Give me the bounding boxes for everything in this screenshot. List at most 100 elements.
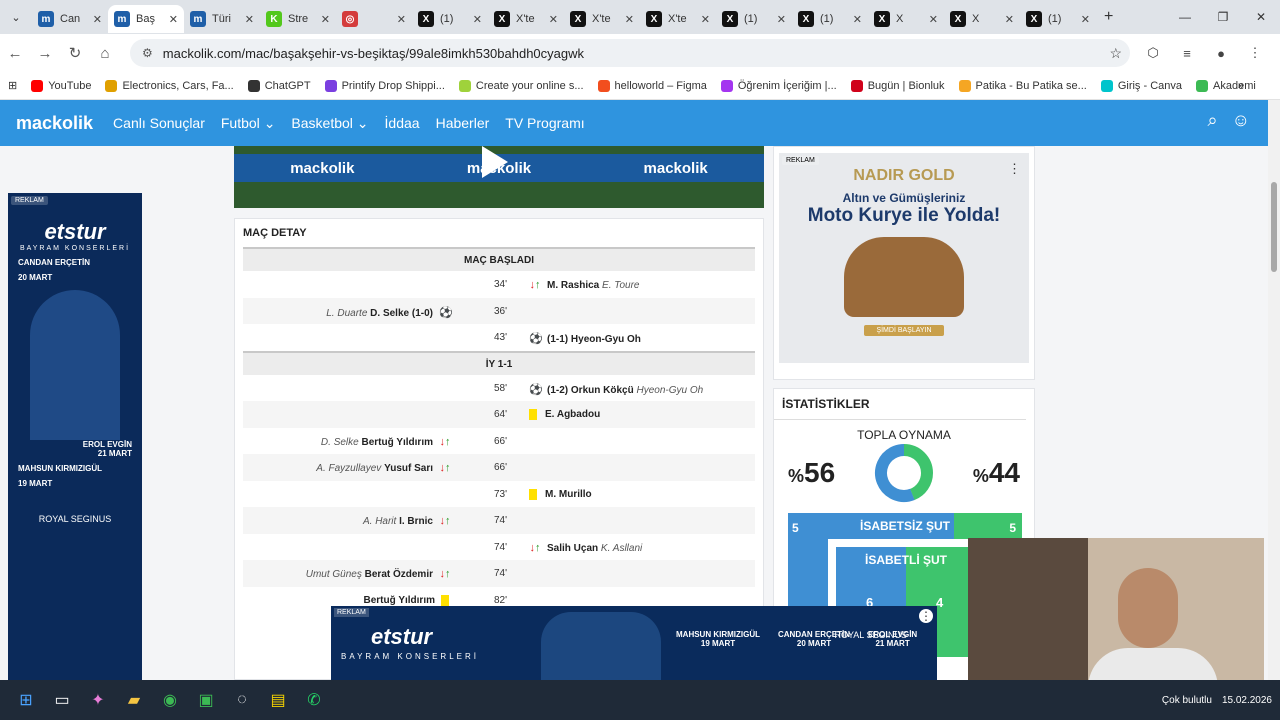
browser-tab[interactable]: m Can ✕ [32,5,108,33]
bottom-ad-banner[interactable]: REKLAM etstur BAYRAM KONSERLERİ MAHSUN K… [331,606,937,680]
profile-avatar-icon[interactable]: ● [1204,46,1238,61]
browser-tab[interactable]: X (1) ✕ [716,5,792,33]
site-info-icon[interactable]: ⚙ [142,46,153,60]
nav-iddaa[interactable]: İddaa [385,115,420,131]
nav-basketball[interactable]: Basketbol ⌄ [291,115,368,132]
right-ad-banner[interactable]: REKLAM NADIR GOLD Altın ve Gümüşleriniz … [773,146,1035,380]
media-icon[interactable]: ≡ [1170,46,1204,61]
tab-title: (1) [744,13,758,25]
event-player: Bertuğ Yıldırım [361,436,434,448]
bookmark-item[interactable]: Akademi [1196,79,1256,92]
search-icon[interactable]: ⌕ [1208,110,1218,131]
home-event: Umut Güneş Berat Özdemir ↓↑ [306,568,457,580]
ad-options-icon[interactable]: ⋮ [919,609,933,623]
browser-tab[interactable]: K Stre ✕ [260,5,336,33]
bookmark-item[interactable]: Printify Drop Shippi... [324,79,445,92]
chrome-icon[interactable]: ◉ [152,682,188,718]
bookmark-item[interactable]: Patika - Bu Patika se... [958,79,1087,92]
bookmark-item[interactable]: Create your online s... [458,79,584,92]
bookmark-label: Create your online s... [475,79,584,92]
bookmark-item[interactable]: Giriş - Canva [1100,79,1182,92]
bookmark-item[interactable]: ChatGPT [247,79,311,92]
browser-tab[interactable]: X X ✕ [868,5,944,33]
close-window-icon[interactable]: ✕ [1242,0,1280,34]
ad-options-icon[interactable]: ⋮ [1008,161,1021,177]
browser-tab[interactable]: X X'te ✕ [564,5,640,33]
obs-icon[interactable]: ◌ [224,682,260,718]
app-icon[interactable]: ▣ [188,682,224,718]
browser-tab[interactable]: X (1) ✕ [792,5,868,33]
tab-search-icon[interactable]: ⌄ [0,11,32,24]
site-logo[interactable]: mackolik [16,113,93,134]
whatsapp-icon[interactable]: ✆ [296,682,332,718]
bookmark-item[interactable]: YouTube [31,79,91,92]
apps-grid-icon[interactable]: ⊞ [8,79,17,92]
tab-close-icon[interactable]: ✕ [93,13,102,26]
copilot-icon[interactable]: ✦ [80,682,116,718]
tab-title: X [972,13,980,25]
ad-date-1: 20 MART [18,273,53,282]
match-event-row: 58' ⚽ (1-2) Orkun Kökçü Hyeon-Gyu Oh [243,375,755,402]
tab-close-icon[interactable]: ✕ [1081,13,1090,26]
ad-artists-image [30,290,120,440]
tab-close-icon[interactable]: ✕ [169,13,178,26]
sticky-notes-icon[interactable]: ▤ [260,682,296,718]
tab-close-icon[interactable]: ✕ [321,13,330,26]
nav-live-scores[interactable]: Canlı Sonuçlar [113,115,205,131]
browser-tab[interactable]: m Türi ✕ [184,5,260,33]
tab-close-icon[interactable]: ✕ [701,13,710,26]
weather-status[interactable]: Çok bulutlu [1162,695,1212,706]
away-event: ⚽ (1-2) Orkun Kökçü Hyeon-Gyu Oh [523,383,703,396]
tab-close-icon[interactable]: ✕ [473,13,482,26]
browser-tab[interactable]: X (1) ✕ [412,5,488,33]
new-tab-button[interactable]: + [1104,8,1113,26]
nav-news[interactable]: Haberler [436,115,490,131]
browser-tab[interactable]: X X'te ✕ [640,5,716,33]
left-ad-banner[interactable]: REKLAM etstur BAYRAM KONSERLERİ CANDAN E… [8,193,142,680]
back-arrow-icon[interactable]: ← [0,45,30,62]
possession-donut [875,444,933,502]
bookmark-item[interactable]: Bugün | Bionluk [850,79,945,92]
forward-arrow-icon[interactable]: → [30,45,60,62]
start-icon[interactable]: ⊞ [8,682,44,718]
home-icon[interactable]: ⌂ [90,45,120,62]
browser-tab[interactable]: X X'te ✕ [488,5,564,33]
minimize-icon[interactable]: — [1166,0,1204,34]
extensions-icon[interactable]: ⬡ [1136,45,1170,61]
url-field[interactable]: ⚙ mackolik.com/mac/başakşehir-vs-beşikta… [130,39,1130,67]
nav-football[interactable]: Futbol ⌄ [221,115,276,132]
tab-close-icon[interactable]: ✕ [853,13,862,26]
browser-tab[interactable]: ◎ ✕ [336,5,412,33]
tab-close-icon[interactable]: ✕ [245,13,254,26]
event-secondary-player: A. Harit [362,516,397,527]
ad-artist-date: 19 MART [700,639,736,648]
bookmark-label: Patika - Bu Patika se... [975,79,1087,92]
more-bookmarks-icon[interactable]: » [1238,80,1244,92]
reload-icon[interactable]: ↻ [60,44,90,62]
page-scrollbar[interactable] [1268,100,1280,680]
video-player[interactable]: mackolik mackolik mackolik [234,146,764,208]
nav-tv[interactable]: TV Programı [505,115,584,131]
tab-close-icon[interactable]: ✕ [1005,13,1014,26]
tab-close-icon[interactable]: ✕ [397,13,406,26]
tab-close-icon[interactable]: ✕ [929,13,938,26]
bookmark-item[interactable]: helloworld – Figma [597,79,707,92]
clock-date[interactable]: 15.02.2026 [1222,695,1272,706]
bookmark-item[interactable]: Electronics, Cars, Fa... [105,79,234,92]
bookmark-label: Öğrenim İçeriğim |... [737,79,837,92]
play-icon[interactable] [482,146,508,178]
maximize-icon[interactable]: ❐ [1204,0,1242,34]
tab-close-icon[interactable]: ✕ [777,13,786,26]
task-view-icon[interactable]: ▭ [44,682,80,718]
browser-tab[interactable]: X X ✕ [944,5,1020,33]
bookmark-star-icon[interactable]: ☆ [1109,45,1122,62]
file-explorer-icon[interactable]: ▰ [116,682,152,718]
bookmark-item[interactable]: Öğrenim İçeriğim |... [720,79,837,92]
browser-tab[interactable]: m Baş ✕ [108,5,184,33]
menu-kebab-icon[interactable]: ⋮ [1238,45,1272,61]
tab-close-icon[interactable]: ✕ [625,13,634,26]
scrollbar-thumb[interactable] [1271,182,1277,272]
browser-tab[interactable]: X (1) ✕ [1020,5,1096,33]
tab-close-icon[interactable]: ✕ [549,13,558,26]
user-icon[interactable]: ☺ [1232,110,1250,131]
